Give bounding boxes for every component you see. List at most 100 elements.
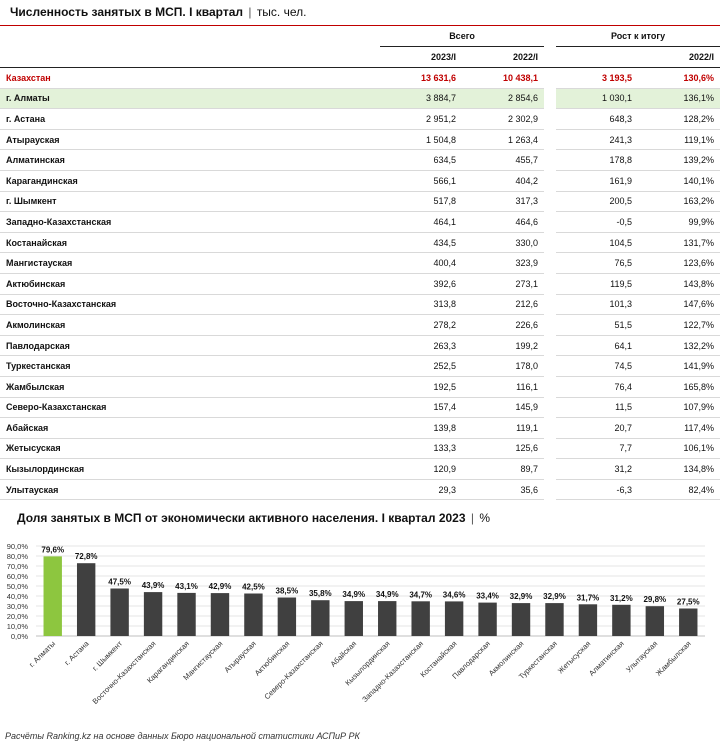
growth-pct: 139,2% [638,149,720,171]
column-gap [544,129,557,150]
x-category-label: г. Алматы [27,639,57,669]
region-name: Улытауская [0,479,380,501]
chart-title-text: Доля занятых в МСП от экономически актив… [17,511,466,525]
column-gap [544,232,557,253]
table-header-groups: Всего Рост к итогу [0,26,720,47]
value-2023: 3 884,7 [380,88,462,110]
column-gap [544,252,557,274]
value-2023: 263,3 [380,335,462,357]
column-gap [544,355,557,377]
region-name: г. Астана [0,108,380,130]
header-year-2023: 2023/I [380,46,462,68]
chart-title: Доля занятых в МСП от экономически актив… [17,511,490,525]
bar [311,600,330,636]
bar-value-label: 43,1% [175,582,198,591]
value-2023: 252,5 [380,355,462,377]
growth-pct: 132,2% [638,335,720,357]
bar-value-label: 31,2% [610,594,633,603]
x-category-label: Улытауская [624,639,659,674]
growth-diff: 101,3 [556,294,639,316]
header-total: Всего [380,26,545,47]
column-gap [544,314,557,336]
region-name: Карагандинская [0,170,380,192]
growth-pct: 165,8% [638,376,720,398]
value-2022: 116,1 [462,376,545,398]
x-category-label: Алматинская [587,639,626,678]
table-row: Алматинская 634,5 455,7 178,8 139,2% [0,149,720,171]
value-2022: 2 302,9 [462,108,545,130]
column-gap [544,170,557,192]
column-gap [544,376,557,397]
value-2023: 464,1 [380,211,462,233]
bar [143,592,163,636]
value-2022: 2 854,6 [462,88,545,110]
growth-pct: 130,6% [638,67,720,89]
bar [511,603,531,636]
value-2022: 178,0 [462,355,545,377]
region-name: Западно-Казахстанская [0,211,380,233]
bar [645,606,665,636]
region-name: Акмолинская [0,314,380,336]
table-header-years: 2023/I 2022/I 2022/I [0,46,720,68]
region-name: Алматинская [0,149,380,171]
title-separator: | [248,5,252,19]
header-gap [544,46,557,68]
bar-value-label: 34,7% [409,590,432,599]
growth-pct: 143,8% [638,273,720,295]
column-gap [544,438,557,459]
bar-value-label: 32,9% [543,592,566,601]
growth-pct: 140,1% [638,170,720,192]
y-tick-label: 70,0% [7,562,29,571]
value-2023: 392,6 [380,273,462,295]
value-2023: 192,5 [380,376,462,398]
growth-pct: 136,1% [638,88,720,110]
value-2023: 1 504,8 [380,129,462,151]
growth-pct: 131,7% [638,232,720,254]
growth-diff: 31,2 [556,458,639,480]
table-row: Абайская 139,8 119,1 20,7 117,4% [0,417,720,439]
growth-diff: 119,5 [556,273,639,295]
y-tick-label: 40,0% [7,592,29,601]
table-row: Карагандинская 566,1 404,2 161,9 140,1% [0,170,720,192]
value-2022: 330,0 [462,232,545,254]
column-gap [544,191,557,212]
value-2023: 133,3 [380,438,462,460]
growth-pct: 128,2% [638,108,720,130]
chart-title-separator: | [470,511,474,525]
column-gap [544,294,557,315]
column-gap [544,149,557,171]
growth-pct: 117,4% [638,417,720,439]
y-tick-label: 0,0% [11,632,28,641]
value-2022: 35,6 [462,479,545,501]
column-gap [544,108,557,130]
table-row: Северо-Казахстанская 157,4 145,9 11,5 107,9% [0,397,720,419]
bar-value-label: 38,5% [276,587,299,596]
bar [444,601,464,636]
growth-pct: 119,1% [638,129,720,151]
region-name: Жетысуская [0,438,380,460]
region-name: г. Алматы [0,88,380,110]
x-category-label: Восточно-Казахстанская [91,639,158,706]
bar-value-label: 33,4% [476,592,499,601]
table-unit: тыс. чел. [256,5,307,19]
column-gap [544,458,557,480]
growth-pct: 163,2% [638,191,720,213]
bar-value-label: 31,7% [577,593,600,602]
growth-pct: 134,8% [638,458,720,480]
growth-diff: 200,5 [556,191,639,213]
y-tick-label: 50,0% [7,582,29,591]
bar [110,588,129,636]
growth-diff: 11,5 [556,397,639,419]
bar-chart: 0,0%10,0%20,0%30,0%40,0%50,0%60,0%70,0%8… [7,542,705,706]
y-tick-label: 20,0% [7,612,29,621]
header-name-col [0,46,380,68]
growth-pct: 147,6% [638,294,720,316]
table-row: Атырауская 1 504,8 1 263,4 241,3 119,1% [0,129,720,151]
value-2022: 89,7 [462,458,545,480]
growth-diff: 76,4 [556,376,639,398]
x-category-label: Жамбылская [654,639,693,678]
growth-diff: 20,7 [556,417,639,439]
table-row: г. Алматы 3 884,7 2 854,6 1 030,1 136,1% [0,88,720,110]
growth-diff: 76,5 [556,252,639,274]
source-footnote: Расчёты Ranking.kz на основе данных Бюро… [5,731,360,741]
